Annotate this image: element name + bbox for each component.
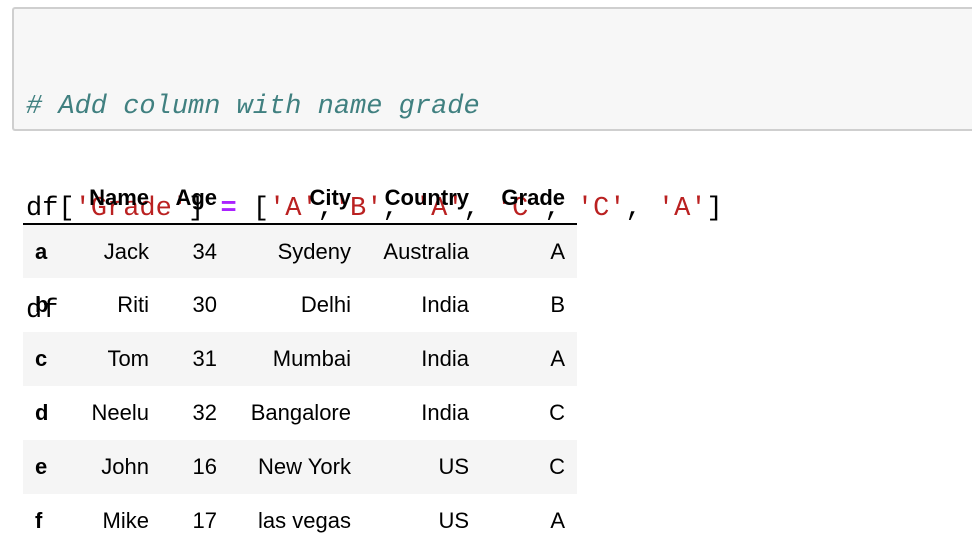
row-index: d: [35, 400, 49, 425]
code-list-close: ]: [706, 194, 723, 224]
table-header-row: Name Age City Country Grade: [23, 172, 577, 225]
cell-grade: B: [550, 292, 565, 317]
cell-age: 34: [192, 238, 217, 264]
row-index: f: [35, 508, 43, 533]
header-country: Country: [363, 172, 481, 225]
cell-country: US: [438, 508, 469, 533]
table-row: d Neelu 32 Bangalore India C: [23, 386, 577, 440]
row-index: c: [35, 346, 48, 371]
code-list-value: 'A': [657, 194, 707, 224]
cell-name: John: [101, 454, 149, 479]
header-city: City: [229, 172, 363, 225]
code-comma: ,: [625, 194, 642, 224]
cell-country: India: [421, 400, 469, 425]
code-list-value: 'C': [576, 194, 626, 224]
cell-age: 32: [192, 400, 217, 425]
cell-grade: A: [550, 508, 565, 533]
table-row: c Tom 31 Mumbai India A: [23, 332, 577, 386]
row-index: b: [35, 292, 49, 317]
cell-grade: C: [549, 400, 565, 425]
cell-name: Tom: [107, 346, 149, 371]
header-name: Name: [67, 172, 161, 225]
table-row: b Riti 30 Delhi India B: [23, 278, 577, 332]
header-index: [23, 172, 67, 225]
cell-age: 17: [192, 508, 217, 533]
cell-grade: C: [549, 454, 565, 479]
cell-name: Mike: [102, 508, 149, 533]
cell-name: Neelu: [91, 400, 149, 425]
cell-grade: A: [550, 238, 565, 264]
cell-grade: A: [550, 346, 565, 371]
dataframe-output: Name Age City Country Grade a Jack 34 Sy…: [23, 172, 577, 548]
code-line-comment: # Add column with name grade: [26, 90, 972, 124]
cell-country: India: [421, 346, 469, 371]
cell-age: 30: [192, 292, 217, 317]
cell-country: Australia: [383, 238, 469, 264]
cell-age: 16: [192, 454, 217, 479]
cell-city: las vegas: [258, 508, 351, 533]
header-grade: Grade: [481, 172, 577, 225]
cell-name: Riti: [117, 292, 149, 317]
table-row: e John 16 New York US C: [23, 440, 577, 494]
header-age: Age: [161, 172, 229, 225]
table-row: a Jack 34 Sydeny Australia A: [23, 224, 577, 278]
cell-city: Mumbai: [272, 346, 351, 371]
row-index: e: [35, 454, 48, 479]
code-input-cell[interactable]: # Add column with name grade df['Grade']…: [12, 7, 972, 326]
cell-city: Delhi: [300, 292, 351, 317]
row-index: a: [35, 238, 48, 264]
cell-country: US: [438, 454, 469, 479]
cell-city: Sydeny: [277, 238, 351, 264]
cell-city: Bangalore: [250, 400, 351, 425]
dataframe-table: Name Age City Country Grade a Jack 34 Sy…: [23, 172, 577, 548]
cell-city: New York: [258, 454, 351, 479]
table-row: f Mike 17 las vegas US A: [23, 494, 577, 548]
code-comment: # Add column with name grade: [26, 92, 480, 122]
cell-country: India: [421, 292, 469, 317]
cell-name: Jack: [103, 238, 149, 264]
cell-age: 31: [192, 346, 217, 371]
